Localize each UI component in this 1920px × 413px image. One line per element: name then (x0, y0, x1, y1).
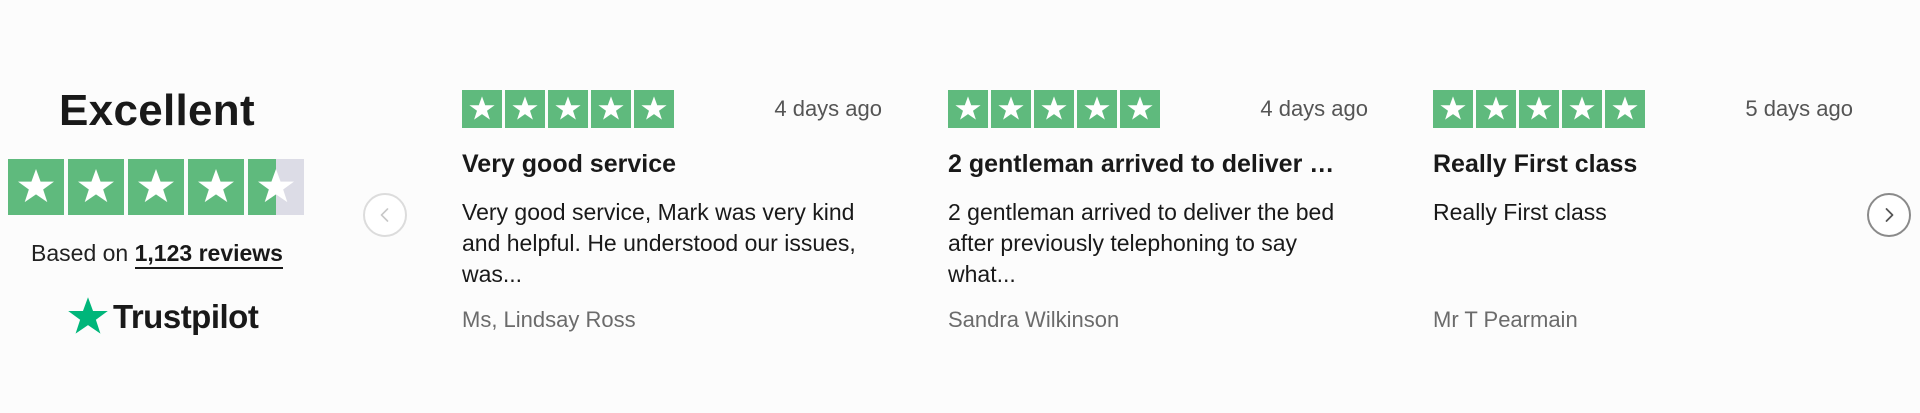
review-title: Really First class (1433, 150, 1638, 178)
review-star (1120, 90, 1160, 128)
star-icon (18, 169, 54, 203)
star-icon (469, 96, 495, 120)
review-author: Ms, Lindsay Ross (462, 307, 636, 332)
star-icon (1612, 96, 1638, 120)
overall-star-4 (188, 159, 244, 215)
overall-star-5 (248, 159, 304, 215)
review-star (591, 90, 631, 128)
review-date: 5 days ago (1745, 96, 1853, 121)
review-star-rating (462, 90, 674, 128)
next-reviews-button[interactable] (1867, 193, 1911, 237)
star-icon (555, 96, 581, 120)
previous-reviews-button[interactable] (363, 193, 407, 237)
trustpilot-wordmark: Trustpilot (113, 298, 259, 335)
star-icon (1440, 96, 1466, 120)
star-icon (598, 96, 624, 120)
star-icon (198, 169, 234, 203)
review-count-link[interactable]: 1,123 reviews (134, 240, 283, 269)
review-star-rating (948, 90, 1160, 128)
trustpilot-logo[interactable]: Trustpilot (66, 295, 259, 339)
review-card[interactable]: 4 days ago Very good service Very good ser… (462, 90, 882, 350)
review-star (1077, 90, 1117, 128)
review-star (1034, 90, 1074, 128)
overall-star-3 (128, 159, 184, 215)
star-icon (1483, 96, 1509, 120)
review-star (1562, 90, 1602, 128)
review-star (991, 90, 1031, 128)
star-icon (512, 96, 538, 120)
chevron-right-icon (1885, 208, 1894, 222)
review-date: 4 days ago (774, 96, 882, 121)
based-on-prefix: Based on (31, 240, 129, 266)
star-icon (1526, 96, 1552, 120)
star-icon (1084, 96, 1110, 120)
review-body: Really First class (1433, 199, 1607, 225)
star-icon (1127, 96, 1153, 120)
review-author: Mr T Pearmain (1433, 307, 1578, 332)
review-card[interactable]: 5 days ago Really First class Really First… (1433, 90, 1853, 350)
star-icon (138, 169, 174, 203)
trustpilot-summary: Excellent Based on 1,123 reviews Trustpi… (0, 0, 320, 413)
review-body: Very good service, Mark was very kind an… (462, 199, 856, 287)
star-icon (998, 96, 1024, 120)
overall-star-2 (68, 159, 124, 215)
review-star (1519, 90, 1559, 128)
trustpilot-star-icon (68, 297, 108, 334)
review-title: 2 gentleman arrived to deliver … (948, 150, 1335, 178)
chevron-left-icon (380, 208, 389, 222)
review-date: 4 days ago (1260, 96, 1368, 121)
rating-word: Excellent (59, 86, 255, 135)
star-icon (955, 96, 981, 120)
star-icon (258, 169, 294, 203)
review-star (1605, 90, 1645, 128)
review-author: Sandra Wilkinson (948, 307, 1120, 332)
overall-star-1 (8, 159, 64, 215)
review-star (462, 90, 502, 128)
review-body: 2 gentleman arrived to deliver the bed a… (948, 199, 1335, 287)
review-star (548, 90, 588, 128)
based-on-text: Based on 1,123 reviews (0, 240, 314, 269)
star-icon (1041, 96, 1067, 120)
review-star (1433, 90, 1473, 128)
star-icon (1569, 96, 1595, 120)
review-title: Very good service (462, 150, 677, 178)
star-icon (78, 169, 114, 203)
review-star (505, 90, 545, 128)
review-star-rating (1433, 90, 1645, 128)
star-icon (641, 96, 667, 120)
review-card[interactable]: 4 days ago 2 gentleman arrived to deliver… (948, 90, 1368, 350)
review-star (1476, 90, 1516, 128)
review-star (948, 90, 988, 128)
review-star (634, 90, 674, 128)
overall-star-rating (8, 159, 304, 215)
